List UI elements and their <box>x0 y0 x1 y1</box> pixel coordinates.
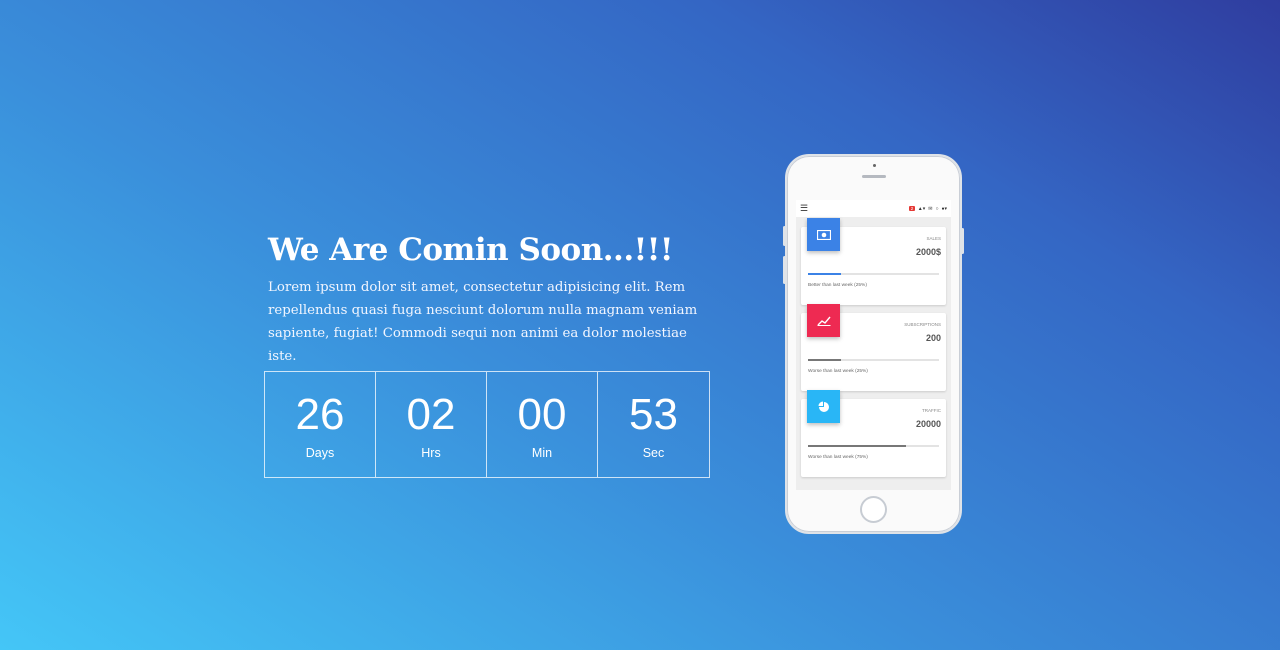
progress-fill <box>808 359 841 361</box>
card-note: Worse than last week (25%) <box>808 369 868 374</box>
card-note: Worse than last week (75%) <box>808 455 868 460</box>
phone-mockup: ☰ 2 ▲▾ ✉ ○ ●▾ SALES 2000$ Better than la… <box>783 154 964 534</box>
countdown-value: 26 <box>295 389 345 439</box>
progress-fill <box>808 445 907 447</box>
countdown-label: Hrs <box>421 445 441 460</box>
card-value: 200 <box>925 333 941 343</box>
progress-bar <box>808 359 939 361</box>
countdown-timer: 26 Days 02 Hrs 00 Min 53 Sec <box>264 371 710 478</box>
card-value: 2000$ <box>915 247 941 257</box>
chart-line-icon <box>807 304 840 337</box>
countdown-value: 02 <box>406 389 456 439</box>
phone-volume-button <box>783 226 786 246</box>
subscriptions-card: SUBSCRIPTIONS 200 Worse than last week (… <box>801 304 946 391</box>
countdown-seconds: 53 Sec <box>598 372 709 477</box>
stat-cards: SALES 2000$ Better than last week (25%) … <box>796 217 951 477</box>
chat-icon[interactable]: ○ <box>935 206 938 212</box>
notification-badge: 2 <box>909 206 915 211</box>
card-category: SUBSCRIPTIONS <box>904 322 941 327</box>
card-note: Better than last week (25%) <box>808 283 867 288</box>
countdown-hours: 02 Hrs <box>376 372 487 477</box>
home-button[interactable] <box>860 496 887 523</box>
hero-description: Lorem ipsum dolor sit amet, consectetur … <box>268 280 698 364</box>
phone-power-button <box>961 228 964 254</box>
user-icon[interactable]: ●▾ <box>941 206 947 212</box>
countdown-label: Days <box>305 445 335 460</box>
phone-speaker <box>862 175 886 178</box>
bell-icon[interactable]: ▲▾ <box>918 206 925 212</box>
hero-section: We Are Comin Soon...!!! Lorem ipsum dolo… <box>268 230 708 368</box>
countdown-value: 53 <box>629 389 678 439</box>
countdown-label: Min <box>531 445 553 460</box>
card-value: 20000 <box>915 419 941 429</box>
money-icon <box>807 218 840 251</box>
hamburger-icon[interactable]: ☰ <box>800 204 808 213</box>
countdown-minutes: 00 Min <box>487 372 598 477</box>
countdown-label: Sec <box>642 445 665 460</box>
sales-card: SALES 2000$ Better than last week (25%) <box>801 218 946 305</box>
page-title: We Are Comin Soon...!!! <box>268 232 673 268</box>
mail-icon[interactable]: ✉ <box>928 206 932 212</box>
countdown-value: 00 <box>517 389 567 439</box>
phone-camera <box>873 164 876 167</box>
card-category: TRAFFIC <box>922 408 941 413</box>
dashboard-topbar: ☰ 2 ▲▾ ✉ ○ ●▾ <box>796 200 951 217</box>
pie-chart-icon <box>807 390 840 423</box>
card-category: SALES <box>926 236 941 241</box>
phone-volume-button <box>783 256 786 284</box>
countdown-days: 26 Days <box>265 372 376 477</box>
progress-fill <box>808 273 841 275</box>
progress-bar <box>808 273 939 275</box>
phone-screen: ☰ 2 ▲▾ ✉ ○ ●▾ SALES 2000$ Better than la… <box>796 200 951 490</box>
topbar-actions: 2 ▲▾ ✉ ○ ●▾ <box>909 206 947 212</box>
progress-bar <box>808 445 939 447</box>
traffic-card: TRAFFIC 20000 Worse than last week (75%) <box>801 390 946 477</box>
